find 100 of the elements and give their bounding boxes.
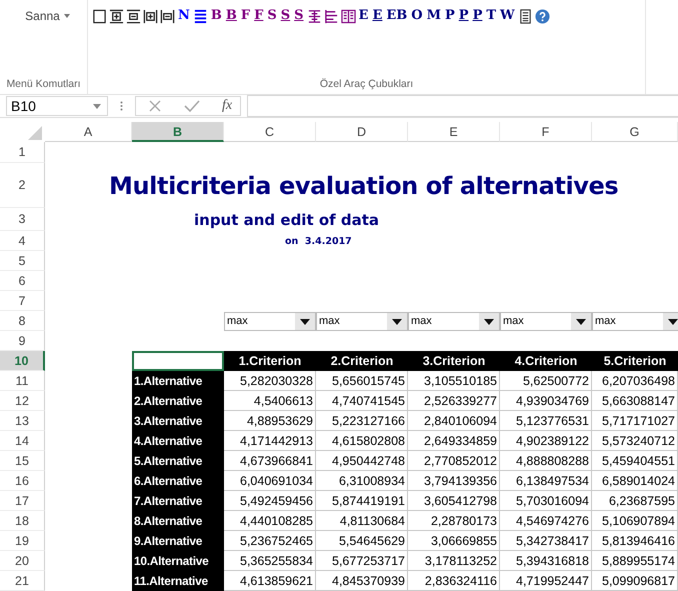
toolbar-button[interactable]: EB (385, 8, 408, 24)
table-cell: 4,740741545 (316, 391, 408, 411)
document-icon[interactable] (518, 8, 533, 24)
table-cell: 4,950442748 (316, 451, 408, 471)
toolbar-button[interactable]: M (426, 8, 442, 24)
table-cell: 4,615802808 (316, 431, 408, 451)
table-cell: 4,845370939 (316, 571, 408, 591)
box-minus-icon[interactable] (126, 8, 141, 24)
table-cell: 4,673966841 (224, 451, 316, 471)
box-icon[interactable] (92, 8, 107, 24)
direction-dropdown[interactable]: max (224, 312, 316, 330)
group-label: Menü Komutları (6, 78, 81, 90)
toolbar-button[interactable]: F (253, 8, 264, 24)
row-header[interactable]: 20 (0, 551, 45, 571)
direction-dropdown[interactable]: max (316, 312, 408, 330)
criterion-header: 5.Criterion (592, 351, 678, 371)
row-header[interactable]: 18 (0, 511, 45, 531)
row-header[interactable]: 7 (0, 291, 45, 311)
row-header[interactable]: 2 (0, 163, 45, 208)
formula-field[interactable] (247, 95, 678, 117)
toolbar-button[interactable]: P (444, 8, 456, 24)
row-header[interactable]: 6 (0, 271, 45, 291)
caret-icon (663, 312, 678, 330)
table-cell: 5,394316818 (500, 551, 592, 571)
column-header[interactable]: B (132, 122, 224, 142)
toolbar-button[interactable]: S (280, 8, 292, 24)
toolbar-button[interactable]: N (177, 8, 191, 24)
table-cell: 2,770852012 (408, 451, 500, 471)
sanna-dropdown[interactable]: Sanna (25, 9, 70, 23)
row-header[interactable]: 5 (0, 251, 45, 271)
row-header[interactable]: 15 (0, 451, 45, 471)
toolbar-button[interactable]: B (224, 8, 238, 24)
table-cell: 5,223127166 (316, 411, 408, 431)
toolbar-button[interactable]: P (458, 8, 470, 24)
insert-function-button[interactable]: fx (222, 98, 232, 114)
column-minus-icon[interactable] (160, 8, 175, 24)
toolbar-button[interactable]: P (472, 8, 484, 24)
direction-dropdown[interactable]: max (500, 312, 592, 330)
caret-icon (479, 312, 499, 330)
column-header[interactable]: D (316, 122, 408, 142)
toolbar-button[interactable]: F (240, 8, 252, 24)
table-cell: 5,717171027 (592, 411, 678, 431)
table-cell: 4,440108285 (224, 511, 316, 531)
table-cell: 2,649334859 (408, 431, 500, 451)
help-icon[interactable] (534, 8, 550, 24)
toolbar-button[interactable]: W (499, 8, 516, 24)
selected-cell[interactable] (132, 351, 224, 371)
row-header[interactable]: 14 (0, 431, 45, 451)
row-header[interactable]: 3 (0, 208, 45, 231)
table-icon[interactable] (306, 8, 322, 24)
indent-icon[interactable] (324, 8, 339, 24)
toolbar-button[interactable]: S (266, 8, 278, 24)
table-cell: 6,040691034 (224, 471, 316, 491)
toolbar-button[interactable]: S (293, 8, 305, 24)
check-icon[interactable] (184, 99, 200, 113)
table-cell: 4,888808288 (500, 451, 592, 471)
row-header[interactable]: 4 (0, 231, 45, 251)
table-cell: 4,939034769 (500, 391, 592, 411)
book-icon[interactable] (340, 8, 356, 24)
list-icon[interactable] (192, 8, 208, 24)
table-cell: 2,840106094 (408, 411, 500, 431)
row-header[interactable]: 13 (0, 411, 45, 431)
toolbar-button[interactable]: E (371, 8, 384, 24)
caret-icon (64, 14, 70, 18)
criterion-header: 4.Criterion (500, 351, 592, 371)
alternative-label: 2.Alternative (132, 391, 224, 411)
toolbar-button[interactable]: E (358, 8, 370, 24)
table-cell: 5,459404551 (592, 451, 678, 471)
row-header[interactable]: 16 (0, 471, 45, 491)
column-header[interactable]: G (592, 122, 678, 142)
table-cell: 6,138497534 (500, 471, 592, 491)
criterion-header: 2.Criterion (316, 351, 408, 371)
alternative-label: 10.Alternative (132, 551, 224, 571)
table-cell: 4,902389122 (500, 431, 592, 451)
alternative-label: 8.Alternative (132, 511, 224, 531)
row-header[interactable]: 1 (0, 142, 45, 163)
row-header[interactable]: 8 (0, 311, 45, 331)
table-cell: 2,836324116 (408, 571, 500, 591)
direction-dropdown[interactable]: max (592, 312, 678, 330)
table-cell: 5,656015745 (316, 371, 408, 391)
row-header[interactable]: 17 (0, 491, 45, 511)
alternative-label: 3.Alternative (132, 411, 224, 431)
column-header[interactable]: F (500, 122, 592, 142)
table-cell: 5,889955174 (592, 551, 678, 571)
table-cell: 5,874419191 (316, 491, 408, 511)
toolbar-button[interactable]: B (210, 8, 223, 24)
row-header[interactable]: 19 (0, 531, 45, 551)
name-box[interactable]: B10 (6, 96, 108, 116)
toolbar-button[interactable]: O (410, 8, 424, 24)
row-header[interactable]: 10 (0, 351, 45, 371)
alternative-label: 11.Alternative (132, 571, 224, 591)
column-header[interactable]: E (408, 122, 500, 142)
toolbar-button[interactable]: T (485, 8, 498, 24)
row-header[interactable]: 12 (0, 391, 45, 411)
column-header[interactable]: C (224, 122, 316, 142)
box-plus-icon[interactable] (109, 8, 124, 24)
direction-dropdown[interactable]: max (408, 312, 500, 330)
row-header[interactable]: 21 (0, 571, 45, 591)
row-header[interactable]: 11 (0, 371, 45, 391)
column-plus-icon[interactable] (143, 8, 158, 24)
